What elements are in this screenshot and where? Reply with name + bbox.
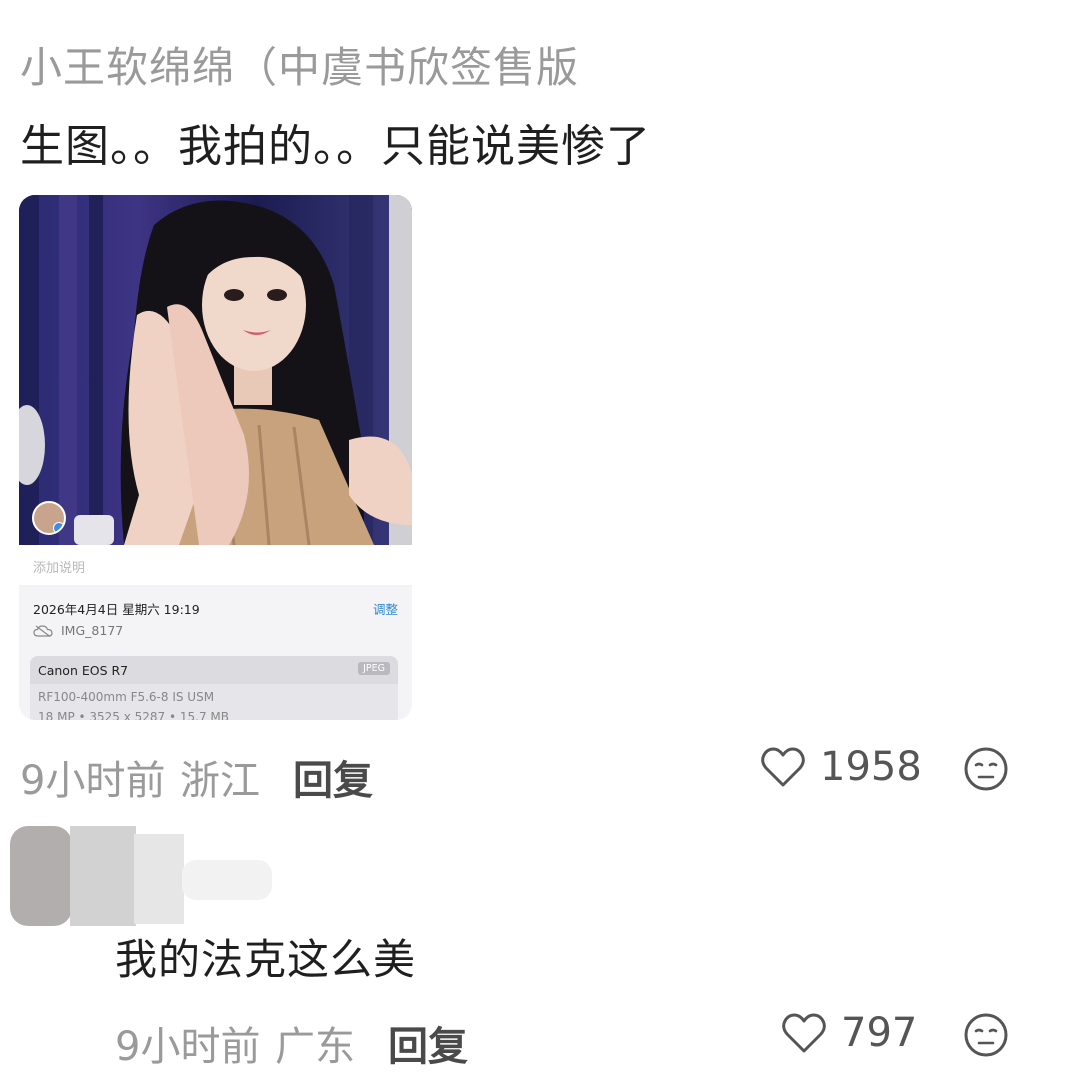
reply-footer: 9小时前 广东 回复 797 bbox=[0, 1008, 1079, 1070]
cloud-slash-icon bbox=[33, 624, 53, 637]
reply-button[interactable]: 回复 bbox=[293, 748, 373, 806]
adjust-button[interactable]: 调整 bbox=[373, 599, 398, 618]
like-count: 1958 bbox=[820, 744, 922, 790]
comment-location: 浙江 bbox=[180, 758, 260, 804]
caption-placeholder: 添加说明 bbox=[33, 561, 86, 576]
neutral-face-icon[interactable] bbox=[963, 746, 1009, 792]
camera-info-header: Canon EOS R7 JPEG bbox=[30, 656, 398, 684]
format-badge: JPEG bbox=[358, 662, 390, 675]
reply-time: 9小时前 bbox=[115, 1024, 261, 1070]
camera-model: Canon EOS R7 bbox=[38, 663, 129, 678]
photo-datetime: 2026年4月4日 星期六 19:19 bbox=[33, 602, 200, 617]
reply-location: 广东 bbox=[275, 1024, 355, 1070]
specs-info: 18 MP • 3525 x 5287 • 15.7 MB bbox=[38, 710, 230, 720]
reply-text: 我的法克这么美 bbox=[115, 935, 417, 984]
caption-bar[interactable]: 添加说明 bbox=[19, 545, 412, 585]
comment-footer: 9小时前 浙江 回复 1958 bbox=[0, 742, 1079, 804]
heart-outline-icon bbox=[761, 747, 805, 787]
camera-info-box: Canon EOS R7 JPEG RF100-400mm F5.6-8 IS … bbox=[30, 656, 398, 720]
comment-photo-card[interactable]: 添加说明 2026年4月4日 星期六 19:19 调整 IMG_8177 Can… bbox=[19, 195, 412, 720]
lens-info: RF100-400mm F5.6-8 IS USM bbox=[38, 690, 215, 704]
comment-text: 生图。。我拍的。。只能说美惨了 bbox=[20, 121, 651, 172]
file-row: IMG_8177 bbox=[33, 623, 123, 638]
comment-time: 9小时前 bbox=[20, 758, 166, 804]
photo-image[interactable] bbox=[19, 195, 412, 545]
blurred-reply-avatar[interactable] bbox=[10, 822, 272, 930]
reply-like-count: 797 bbox=[841, 1010, 918, 1056]
reply-like-button[interactable]: 797 bbox=[781, 1010, 917, 1056]
mini-avatar[interactable] bbox=[32, 501, 66, 535]
verified-badge-icon bbox=[53, 522, 64, 533]
like-button[interactable]: 1958 bbox=[760, 744, 922, 790]
neutral-face-icon[interactable] bbox=[963, 1012, 1009, 1058]
comment-username[interactable]: 小王软绵绵（中虞书欣签售版 bbox=[20, 34, 579, 95]
photo-metadata-panel: 2026年4月4日 星期六 19:19 调整 IMG_8177 Canon EO… bbox=[19, 587, 412, 720]
heart-outline-icon bbox=[782, 1013, 826, 1053]
photo-filename: IMG_8177 bbox=[61, 623, 124, 638]
reply-reply-button[interactable]: 回复 bbox=[388, 1014, 468, 1072]
